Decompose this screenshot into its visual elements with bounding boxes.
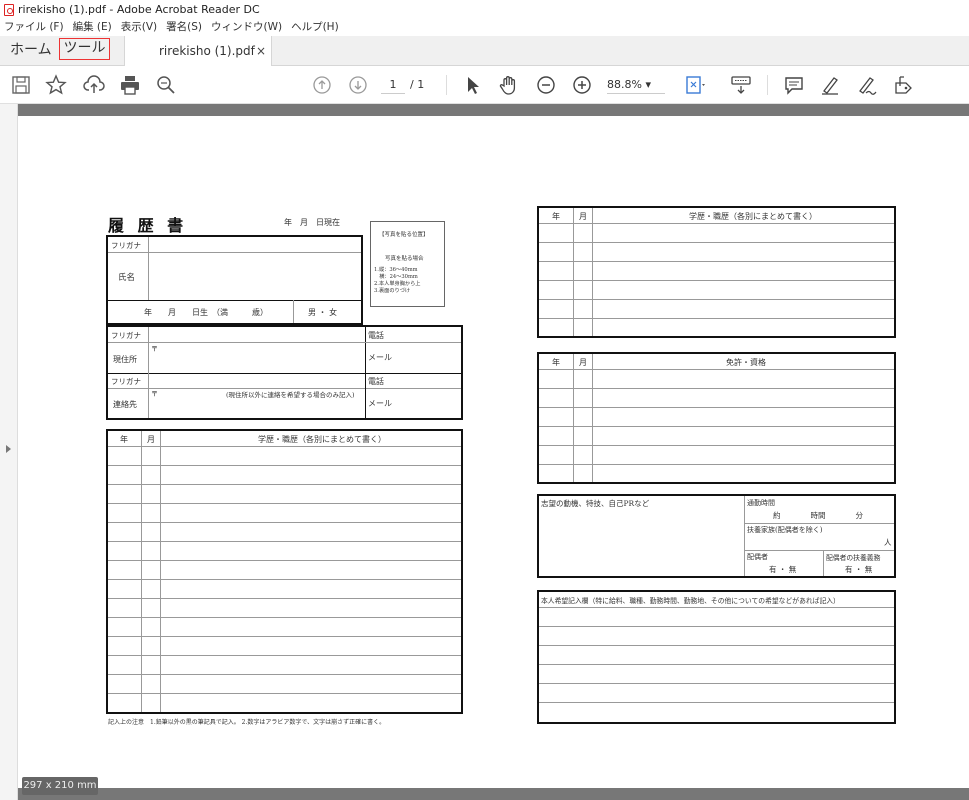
page-total-label: / 1 [410,78,425,91]
window-title-bar: rirekisho (1).pdf - Adobe Acrobat Reader… [0,0,969,19]
menu-file[interactable]: ファイル (F) [4,19,64,36]
toolbar-separator [446,75,447,95]
tab-document[interactable]: rirekisho (1).pdf × [124,36,272,67]
document-workspace: 履 歴 書 年 月 日現在 【写真を貼る位置】 写真を貼る場合 1.縦：36〜4… [0,104,969,800]
sex-label: 男 ・ 女 [308,308,338,317]
toolbar-separator [767,75,768,95]
license-header: 免許・資格 [726,358,766,367]
highlight-pen-icon[interactable] [819,74,841,96]
menu-help[interactable]: ヘルプ(H) [291,19,339,36]
left-panel-rail[interactable] [0,104,18,800]
previous-page-icon[interactable] [311,74,333,96]
commute-label: 通勤時間 [747,499,775,507]
tab-bar: ホーム ツール rirekisho (1).pdf × [0,36,969,67]
expand-panel-arrow-icon[interactable] [6,445,11,453]
menu-window[interactable]: ウィンドウ(W) [211,19,282,36]
zoom-level-select[interactable]: 88.8% ▾ [607,76,665,94]
motive-label: 志望の動機、特技、自己PRなど [541,499,650,508]
save-icon[interactable] [10,74,32,96]
motive-block: 志望の動機、特技、自己PRなど 通勤時間 約 時間 分 扶養家族(配偶者を除く)… [537,494,896,578]
hand-tool-icon[interactable] [498,74,520,96]
history-header: 学歴・職歴（各別にまとめて書く） [258,435,386,444]
phone-label: 電話 [368,331,384,340]
menu-bar: ファイル (F) 編集 (E) 表示(V) 署名(S) ウィンドウ(W) ヘルプ… [0,19,969,36]
birth-date-label: 年 月 日生 （満 歳） [144,308,268,317]
zoom-in-icon[interactable] [571,74,593,96]
page-size-badge: 297 x 210 mm [22,777,98,795]
zoom-out-icon[interactable] [535,74,557,96]
contact-note: (現住所以外に連絡を希望する場合のみ記入) [226,391,355,399]
page-bottom-shadow [18,788,969,800]
photo-area: 【写真を貼る位置】 写真を貼る場合 1.縦：36〜40mm 横：24〜30mm … [370,221,445,307]
window-title: rirekisho (1).pdf - Adobe Acrobat Reader… [18,3,260,16]
history-table-left: 年 月 学歴・職歴（各別にまとめて書く） [106,429,463,714]
fit-page-icon[interactable] [684,74,706,96]
tab-document-label: rirekisho (1).pdf [159,44,255,58]
pdf-page: 履 歴 書 年 月 日現在 【写真を貼る位置】 写真を貼る場合 1.縦：36〜4… [18,116,969,788]
page-number-input[interactable]: 1 [381,76,405,94]
select-cursor-icon[interactable] [462,74,484,96]
commute-value: 約 時間 分 [773,511,863,520]
comment-icon[interactable] [783,74,805,96]
cloud-upload-icon[interactable] [83,74,105,96]
keyboard-scroll-icon[interactable] [730,74,752,96]
dependents-label: 扶養家族(配偶者を除く) [747,526,823,534]
star-bookmark-icon[interactable] [45,74,67,96]
spouse-support-label: 配偶者の扶養義務 [826,554,881,562]
print-icon[interactable] [119,74,141,96]
furigana-label: フリガナ [111,241,141,250]
next-page-icon[interactable] [347,74,369,96]
tab-tools[interactable]: ツール [59,38,110,60]
acrobat-app-icon [4,3,14,16]
filling-note: 記入上の注意 1.鉛筆以外の黒の筆記具で記入。 2.数字はアラビア数字で、文字は… [108,719,386,726]
wish-label: 本人希望記入欄（特に給料、職種、勤務時間、勤務地、その他についての希望などがあれ… [541,597,840,605]
address-block: フリガナ 現住所 〒 電話 メール フリガナ 連絡先 〒 (現住所以外に連絡を希… [106,325,463,420]
resume-title: 履 歴 書 [108,216,188,235]
date-as-of: 年 月 日現在 [284,218,340,227]
spouse-label: 配偶者 [747,553,768,561]
name-label: 氏名 [118,273,136,283]
tab-close-icon[interactable]: × [256,36,266,67]
sign-pen-icon[interactable] [856,74,878,96]
current-address-label: 現住所 [113,355,137,364]
menu-view[interactable]: 表示(V) [121,19,157,36]
email-label: メール [368,353,392,362]
license-table: 年 月 免許・資格 [537,352,896,484]
history-table-right: 年 月 学歴・職歴（各別にまとめて書く） [537,206,896,338]
contact-address-label: 連絡先 [113,400,137,409]
menu-edit[interactable]: 編集 (E) [73,19,112,36]
zoom-search-icon[interactable] [155,74,177,96]
name-block: フリガナ 氏名 年 月 日生 （満 歳） 男 ・ 女 [106,235,363,325]
tab-home[interactable]: ホーム [10,40,52,60]
fill-and-sign-icon[interactable] [892,74,914,96]
menu-sign[interactable]: 署名(S) [166,19,202,36]
main-toolbar: 1 / 1 88.8% ▾ [0,66,969,104]
page-top-shadow [18,104,969,116]
wish-block: 本人希望記入欄（特に給料、職種、勤務時間、勤務地、その他についての希望などがあれ… [537,590,896,724]
